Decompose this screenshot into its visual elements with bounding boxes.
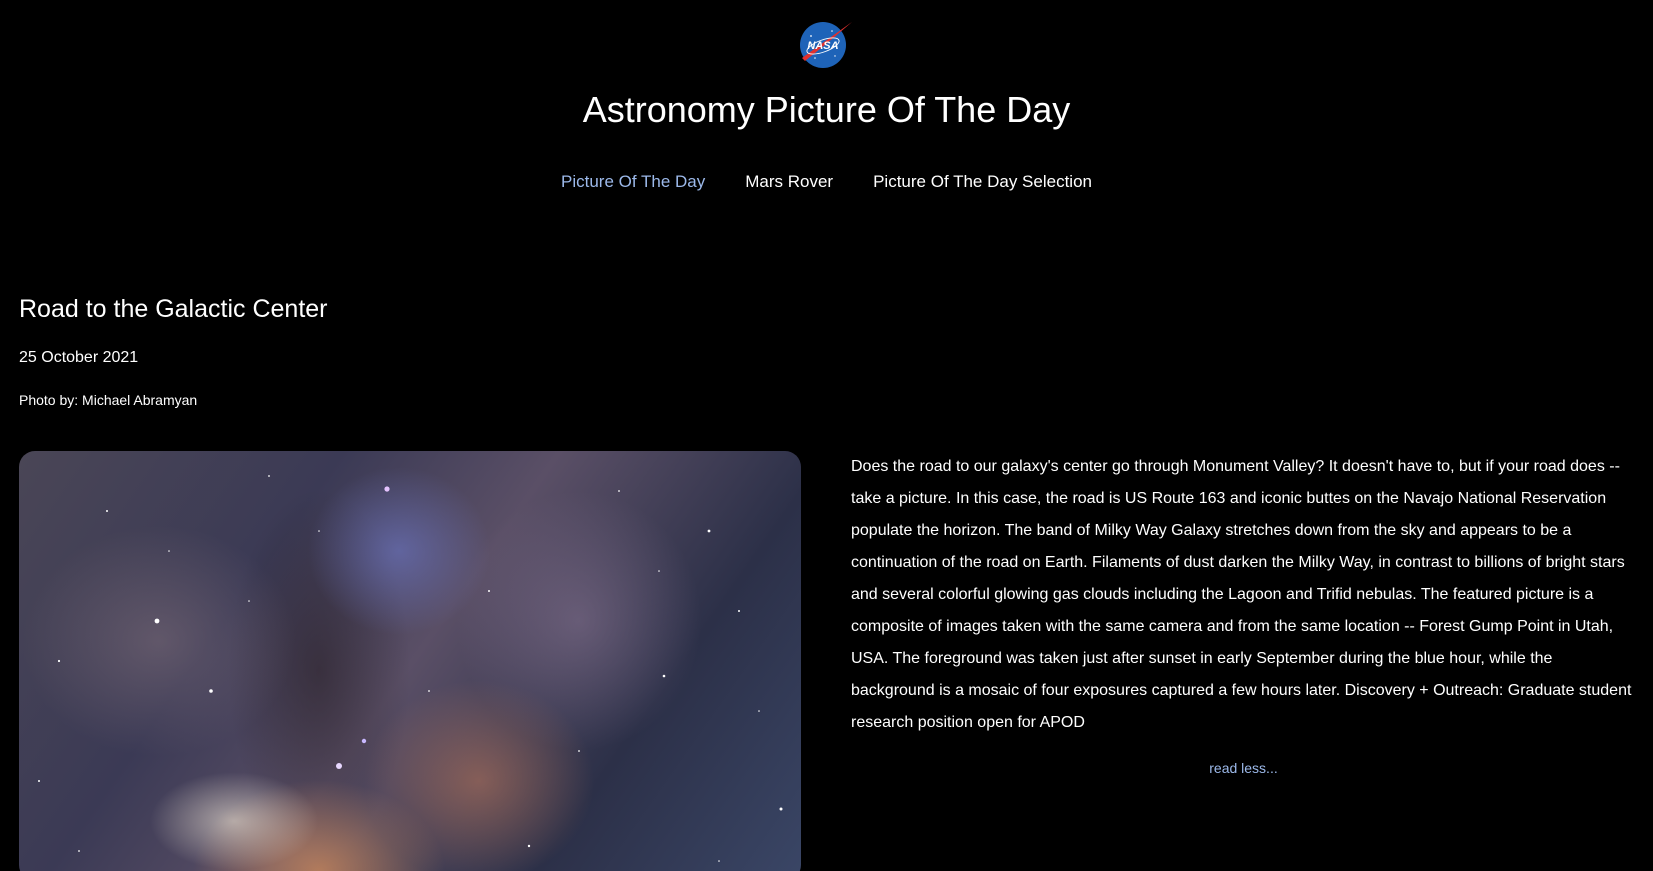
nav-item-mars-rover[interactable]: Mars Rover: [745, 170, 833, 194]
nav-item-picture-of-the-day-selection[interactable]: Picture Of The Day Selection: [873, 170, 1092, 194]
photo-credit: Photo by: Michael Abramyan: [19, 392, 198, 408]
main-nav: Picture Of The Day Mars Rover Picture Of…: [0, 170, 1653, 194]
apod-description: Does the road to our galaxy's center go …: [851, 458, 1632, 731]
starfield: [38, 475, 783, 862]
nasa-logo-text: NASA: [807, 40, 838, 52]
read-less-link[interactable]: read less...: [851, 757, 1636, 779]
page-title: Astronomy Picture Of The Day: [582, 89, 1071, 130]
nasa-logo[interactable]: NASA: [799, 20, 853, 70]
apod-image[interactable]: [19, 451, 801, 871]
apod-date: 25 October 2021: [19, 349, 139, 366]
page: NASA Astronomy Picture Of The Day Pictur…: [0, 0, 1653, 871]
nav-item-picture-of-the-day[interactable]: Picture Of The Day: [561, 170, 705, 194]
apod-title: Road to the Galactic Center: [19, 295, 328, 323]
